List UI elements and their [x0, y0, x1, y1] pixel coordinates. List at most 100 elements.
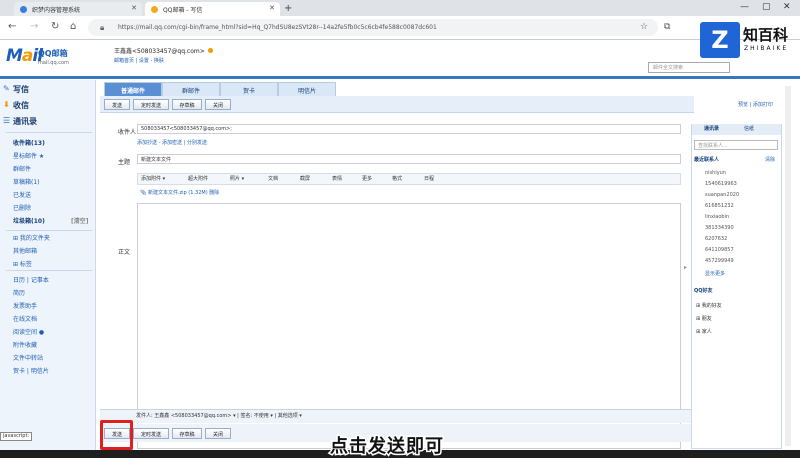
attachment-item[interactable]: 📎︎ 新建文本文件.zip (1.32M) 删除 [140, 189, 219, 196]
contact-item[interactable]: 641109857 [705, 247, 734, 253]
contact-item[interactable]: 457299949 [705, 258, 734, 264]
inbox-button[interactable]: ⬇ 收信 [3, 100, 29, 111]
save-draft-button[interactable]: 存草稿 [172, 99, 202, 110]
tab-stationery[interactable]: 信纸 [744, 125, 754, 132]
close-tab-icon[interactable]: ✕ [131, 4, 137, 12]
show-more-link[interactable]: 显示更多 [705, 270, 725, 277]
save-draft-button-bottom[interactable]: 存草稿 [172, 428, 202, 439]
refresh-icon[interactable]: ↻ [51, 21, 59, 32]
tab-favicon-icon [151, 6, 158, 13]
collapse-arrow-icon[interactable]: ▸ [684, 264, 687, 271]
to-label: 收件人 [118, 129, 137, 136]
to-field[interactable]: 508033457<508033457@qq.com>; [137, 124, 681, 134]
close-tab-icon[interactable]: ✕ [269, 4, 275, 12]
sidebar-item[interactable]: 发票助手 [13, 301, 37, 310]
sidebar-item[interactable]: 草稿箱(1) [13, 177, 40, 186]
scheduled-send-button[interactable]: 定时发送 [133, 99, 169, 110]
attach-button[interactable]: 添加附件 ▾ [141, 175, 165, 182]
scheduled-send-button-bottom[interactable]: 定时发送 [133, 428, 169, 439]
close-window-icon[interactable]: ✕ [783, 2, 791, 12]
right-panel-tabs: 通讯录 信纸 [692, 124, 781, 135]
tab-address-book[interactable]: 通讯录 [704, 125, 719, 132]
sidebar-item[interactable]: 在线文档 [13, 314, 37, 323]
divider [6, 230, 92, 231]
sidebar-item[interactable]: 阅读空间 ● [13, 327, 44, 336]
subject-label: 主题 [118, 159, 131, 166]
tab-label: 织梦内容管理系统 [32, 7, 81, 14]
subject-field[interactable]: 新建文本文件 [137, 154, 681, 164]
sidebar-item[interactable]: ⊞ 我的文件夹 [13, 233, 50, 242]
empty-trash-link[interactable]: [清空] [71, 216, 89, 225]
sidebar-item[interactable]: ⊞ 标签 [13, 259, 32, 268]
tab-postcard[interactable]: 明信片 [278, 82, 336, 96]
minimize-icon[interactable]: — [740, 2, 749, 12]
sidebar-item[interactable]: 星标邮件 ★ [13, 151, 44, 160]
tab-normal-mail[interactable]: 普通邮件 [104, 82, 162, 96]
cc-bcc-links[interactable]: 添加抄送 - 添加密送 | 分别发送 [137, 139, 207, 146]
compose-tabs: 普通邮件 群邮件 贺卡 明信片 [104, 82, 336, 96]
star-icon[interactable]: ☆ [640, 22, 648, 32]
close-button[interactable]: 关闭 [205, 99, 231, 110]
contact-item[interactable]: linxiaobin [705, 214, 729, 220]
recent-contacts-title: 最近联系人 [694, 157, 720, 163]
contact-item[interactable]: nishiyun [705, 170, 726, 176]
contacts-icon: ☰ [3, 116, 11, 125]
contact-item[interactable]: 381334390 [705, 225, 734, 231]
tab-group-mail[interactable]: 群邮件 [162, 82, 220, 96]
sidebar-item[interactable]: 文件中转站 [13, 353, 43, 362]
qqmail-page: Mail QQ邮箱 mail.qq.com 王鑫鑫<508033457@qq.c… [0, 40, 800, 450]
photo-button[interactable]: 照片 ▾ [230, 175, 244, 182]
format-button[interactable]: 格式 [392, 175, 402, 182]
sidebar-item[interactable]: 贺卡 | 明信片 [13, 366, 49, 375]
contact-search-input[interactable]: 查找联系人... [694, 140, 778, 150]
user-links[interactable]: 邮箱首页 | 设置 - 换肤 [114, 57, 164, 64]
extensions-icon[interactable]: ⧉ [664, 22, 670, 32]
tab-greeting-card[interactable]: 贺卡 [220, 82, 278, 96]
sidebar-item[interactable]: 附件收藏 [13, 340, 37, 349]
home-icon[interactable]: ⌂ [70, 21, 76, 32]
close-button-bottom[interactable]: 关闭 [205, 428, 231, 439]
schedule-button[interactable]: 日程 [424, 175, 434, 182]
sidebar-item[interactable]: 已删除 [13, 203, 31, 212]
document-button[interactable]: 文档 [268, 175, 278, 182]
logo-cn-text: QQ邮箱 [38, 49, 68, 58]
zhibaike-logo-icon: Z [700, 22, 740, 58]
send-button[interactable]: 发送 [104, 99, 130, 110]
paperclip-icon: 📎︎ [140, 190, 148, 196]
emoji-button[interactable]: 表情 [332, 175, 342, 182]
contact-item[interactable]: 616851232 [705, 203, 734, 209]
contact-item[interactable]: 1540619963 [705, 181, 737, 187]
watermark-brand-cn: 知百科 [743, 26, 789, 44]
contact-item[interactable]: 6207632 [705, 236, 727, 242]
new-tab-icon[interactable]: + [284, 3, 292, 14]
sidebar-item[interactable]: 其他邮箱 [13, 246, 37, 255]
screenshot-button[interactable]: 截屏 [300, 175, 310, 182]
watermark-brand-en: ZHIBAIKE [744, 45, 789, 52]
large-attach-button[interactable]: 超大附件 [188, 175, 208, 182]
back-icon[interactable]: ← [8, 21, 16, 32]
sidebar-item[interactable]: 收件箱(13) [13, 138, 45, 147]
contacts-button[interactable]: ☰ 通讯录 [3, 116, 37, 127]
mail-search-input[interactable]: 邮件全文搜索 [648, 62, 730, 73]
more-button[interactable]: 更多 [362, 175, 372, 182]
group-friends[interactable]: ⊞ 朋友 [696, 315, 712, 322]
sidebar-item[interactable]: 已发送 [13, 190, 31, 199]
clear-recent-link[interactable]: 清除 [765, 156, 775, 163]
sender-options[interactable]: 发件人: 王鑫鑫 <508033457@qq.com> ▾ | 签名: 不使用 … [136, 412, 302, 419]
page-scrollbar[interactable] [785, 86, 791, 446]
group-my-friends[interactable]: ⊞ 我的好友 [696, 302, 722, 309]
forward-icon[interactable]: → [30, 21, 38, 32]
browser-tab-qqmail[interactable]: QQ邮箱 - 写信 ✕ [145, 2, 280, 16]
sidebar-item[interactable]: 简历 [13, 288, 25, 297]
contact-item[interactable]: suanpan2020 [705, 192, 739, 198]
sidebar-item[interactable]: 垃圾箱(10) [清空] [13, 216, 89, 225]
sidebar-item[interactable]: 群邮件 [13, 164, 31, 173]
maximize-icon[interactable]: ▢ [762, 2, 771, 12]
group-family[interactable]: ⊞ 家人 [696, 328, 712, 335]
preview-links[interactable]: 预览 | 添加打印 [738, 101, 773, 108]
sidebar-item[interactable]: 日历 | 记事本 [13, 275, 49, 284]
video-caption: 点击发送即可 [329, 435, 445, 458]
tab-favicon-icon [20, 6, 27, 13]
write-button[interactable]: ✎ 写信 [3, 84, 29, 95]
browser-tab-dedecms[interactable]: 织梦内容管理系统 ✕ [14, 2, 142, 16]
